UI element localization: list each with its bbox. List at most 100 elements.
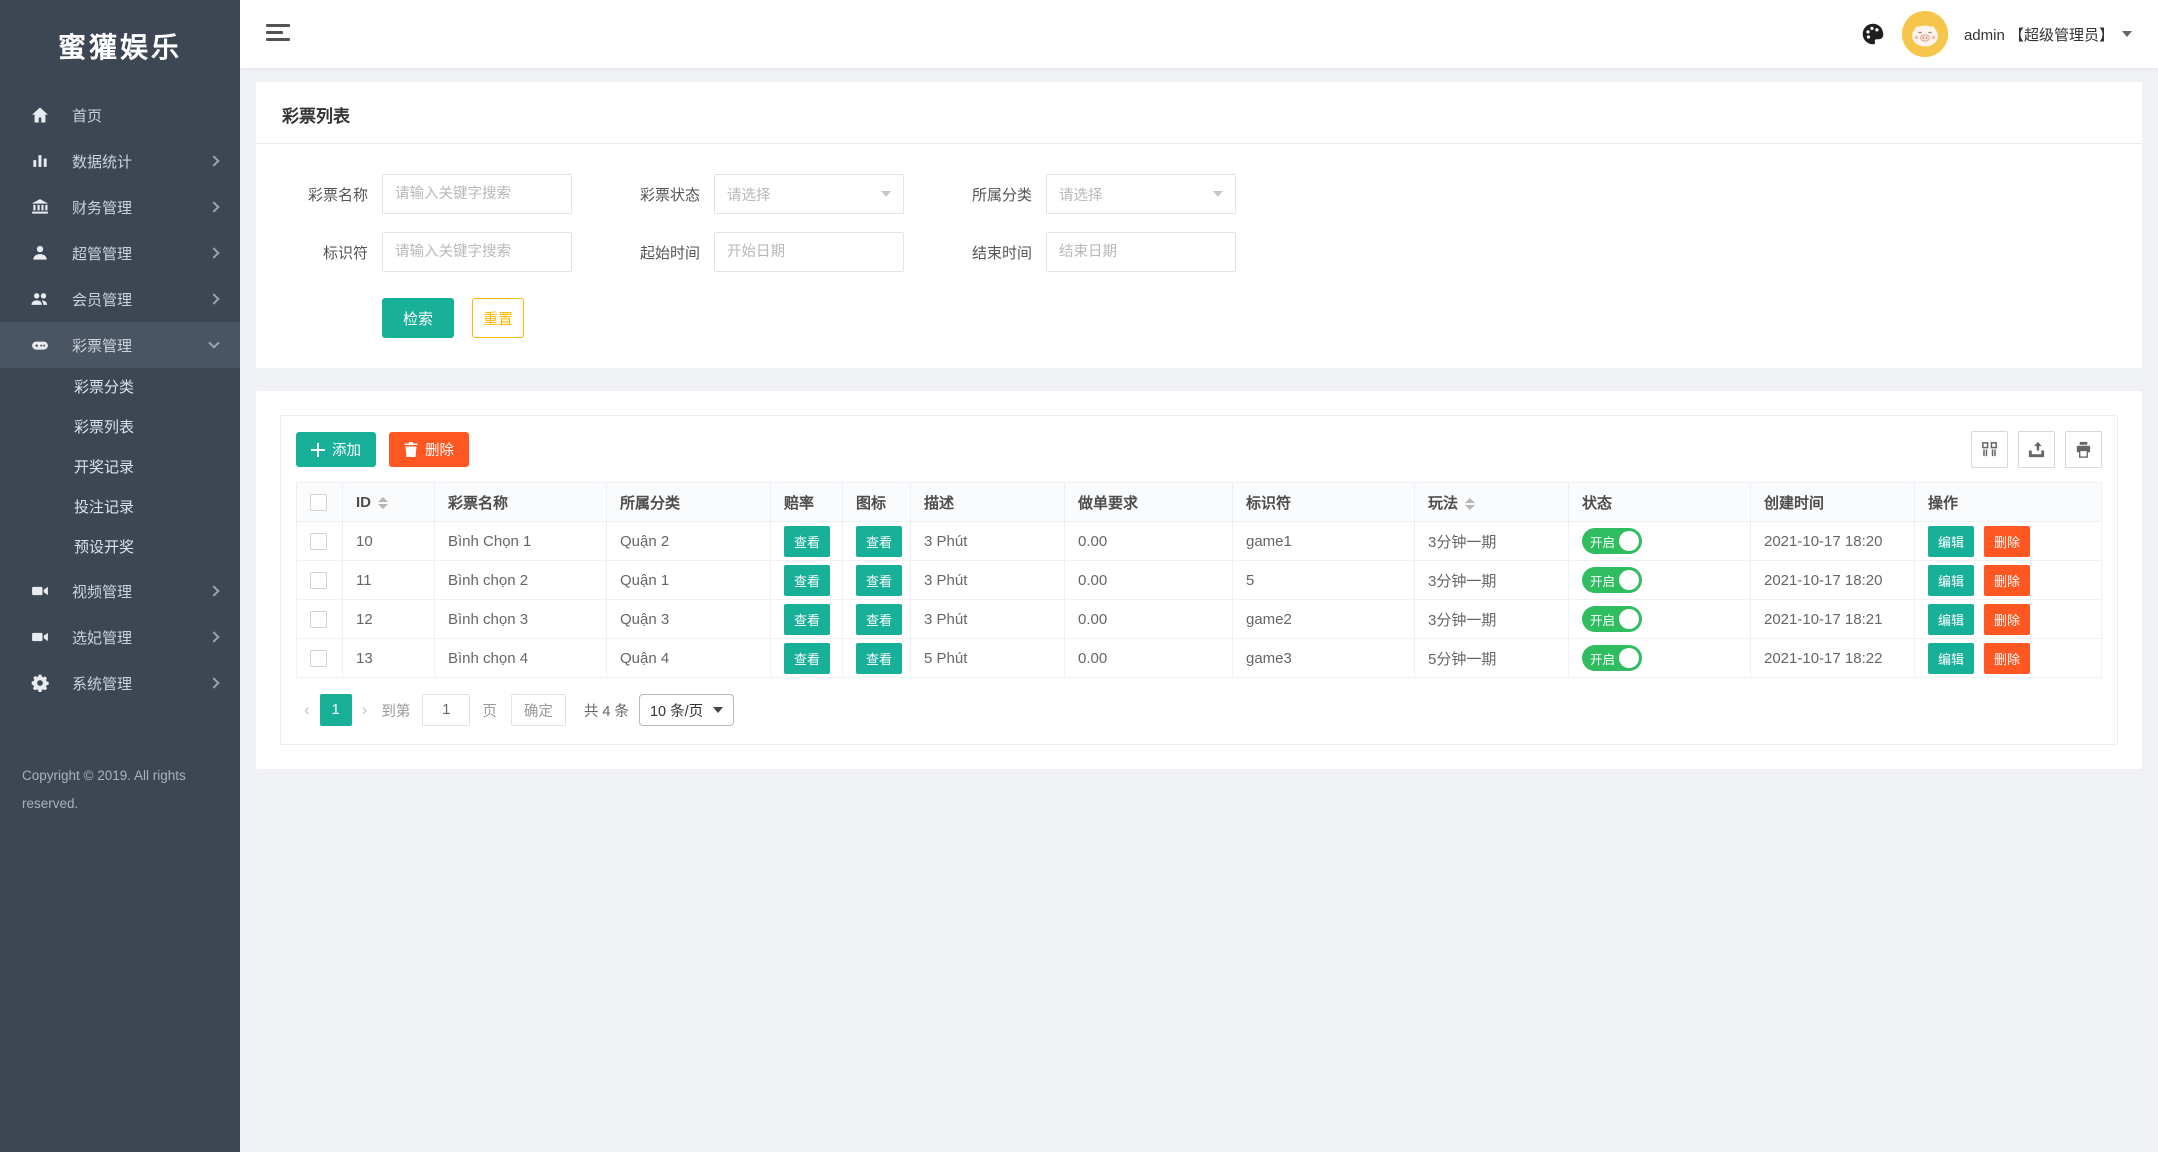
row-delete-button[interactable]: 删除 [1984, 643, 2030, 674]
row-delete-button[interactable]: 删除 [1984, 526, 2030, 557]
header-label: 玩法 [1428, 495, 1458, 512]
row-created-time: 2021-10-17 18:21 [1764, 611, 1882, 628]
header-cell-彩票名称: 彩票名称 [435, 483, 607, 522]
export-icon[interactable] [2018, 431, 2055, 468]
reset-button[interactable]: 重置 [472, 298, 524, 338]
confirm-page-button[interactable]: 确定 [511, 694, 566, 726]
view-odds-button[interactable]: 查看 [784, 643, 830, 674]
menu-icon[interactable] [266, 24, 290, 45]
row-description: 5 Phút [924, 650, 967, 667]
table-toolbar: 添加 删除 [296, 431, 2102, 468]
sidebar-item-admins[interactable]: 超管管理 [0, 230, 240, 276]
sidebar-item-label: 财务管理 [72, 197, 210, 218]
header-cell-玩法[interactable]: 玩法 [1415, 483, 1569, 522]
end-date-input[interactable] [1046, 232, 1236, 272]
checkbox-cell [297, 639, 343, 678]
start-time-label: 起始时间 [614, 242, 700, 263]
status-toggle[interactable]: 开启 [1582, 645, 1642, 671]
header-cell-ID[interactable]: ID [343, 483, 435, 522]
header-label: 图标 [856, 495, 886, 512]
header-checkbox-cell[interactable] [297, 483, 343, 522]
header-label: 创建时间 [1764, 495, 1824, 512]
total-count-label: 共 4 条 [584, 700, 629, 721]
delete-button[interactable]: 删除 [389, 432, 469, 467]
category-select[interactable]: 请选择 [1046, 174, 1236, 214]
prev-page-icon[interactable]: ‹ [296, 700, 318, 720]
view-icon-button[interactable]: 查看 [856, 643, 902, 674]
row-order-requirement: 0.00 [1078, 650, 1107, 667]
header-label: 状态 [1582, 495, 1612, 512]
lottery-name-input[interactable] [382, 174, 572, 214]
sidebar-item-stats[interactable]: 数据统计 [0, 138, 240, 184]
status-cell: 开启 [1569, 522, 1751, 561]
search-button[interactable]: 检索 [382, 298, 454, 338]
header-cell-状态: 状态 [1569, 483, 1751, 522]
sidebar-subitem-bet-records[interactable]: 投注记录 [0, 488, 240, 528]
sidebar-item-members[interactable]: 会员管理 [0, 276, 240, 322]
goto-prefix-label: 到第 [381, 700, 410, 721]
row-checkbox[interactable] [310, 533, 327, 550]
sidebar-subitem-lottery-list[interactable]: 彩票列表 [0, 408, 240, 448]
avatar[interactable] [1902, 11, 1948, 57]
row-delete-button[interactable]: 删除 [1984, 604, 2030, 635]
columns-icon[interactable] [1971, 431, 2008, 468]
current-page-button[interactable]: 1 [320, 694, 352, 726]
sidebar-item-finance[interactable]: 财务管理 [0, 184, 240, 230]
chevron-down-icon [713, 707, 723, 713]
edit-button[interactable]: 编辑 [1928, 526, 1974, 557]
sidebar-subitem-preset-draw[interactable]: 预设开奖 [0, 528, 240, 568]
form-row-1: 彩票名称 彩票状态 请选择 所属分类 请选择 [282, 174, 2116, 214]
order-cell: 0.00 [1065, 639, 1233, 678]
identifier-cell: game2 [1233, 600, 1415, 639]
sidebar-item-home[interactable]: 首页 [0, 92, 240, 138]
edit-button[interactable]: 编辑 [1928, 643, 1974, 674]
status-toggle[interactable]: 开启 [1582, 606, 1642, 632]
row-category: Quận 4 [620, 650, 669, 667]
print-icon[interactable] [2065, 431, 2102, 468]
sidebar-item-system[interactable]: 系统管理 [0, 660, 240, 706]
home-icon [28, 103, 52, 127]
header-label: 描述 [924, 495, 954, 512]
row-checkbox[interactable] [310, 611, 327, 628]
view-odds-button[interactable]: 查看 [784, 565, 830, 596]
name-cell: Bình Chọn 1 [435, 522, 607, 561]
sidebar-item-label: 选妃管理 [72, 627, 210, 648]
start-date-input[interactable] [714, 232, 904, 272]
edit-button[interactable]: 编辑 [1928, 565, 1974, 596]
sidebar-item-concubine[interactable]: 选妃管理 [0, 614, 240, 660]
lottery-status-select[interactable]: 请选择 [714, 174, 904, 214]
row-created-time: 2021-10-17 18:20 [1764, 572, 1882, 589]
view-odds-button[interactable]: 查看 [784, 526, 830, 557]
row-checkbox[interactable] [310, 650, 327, 667]
row-delete-button[interactable]: 删除 [1984, 565, 2030, 596]
identifier-cell: 5 [1233, 561, 1415, 600]
sidebar-item-lottery[interactable]: 彩票管理 [0, 322, 240, 368]
sort-icon[interactable] [378, 497, 388, 509]
status-toggle[interactable]: 开启 [1582, 528, 1642, 554]
play-cell: 3分钟一期 [1415, 522, 1569, 561]
identifier-label: 标识符 [282, 242, 368, 263]
sidebar-subitem-draw-records[interactable]: 开奖记录 [0, 448, 240, 488]
view-icon-button[interactable]: 查看 [856, 604, 902, 635]
status-toggle[interactable]: 开启 [1582, 567, 1642, 593]
view-odds-button[interactable]: 查看 [784, 604, 830, 635]
select-all-checkbox[interactable] [310, 494, 327, 511]
view-icon-button[interactable]: 查看 [856, 565, 902, 596]
sidebar-item-video[interactable]: 视频管理 [0, 568, 240, 614]
row-checkbox[interactable] [310, 572, 327, 589]
row-play: 5分钟一期 [1428, 651, 1496, 668]
edit-button[interactable]: 编辑 [1928, 604, 1974, 635]
next-page-icon[interactable]: › [354, 700, 376, 720]
identifier-input[interactable] [382, 232, 572, 272]
user-menu[interactable]: admin 【超级管理员】 [1964, 24, 2132, 45]
lottery-status-value: 请选择 [727, 184, 771, 205]
sort-icon[interactable] [1465, 498, 1475, 510]
view-icon-button[interactable]: 查看 [856, 526, 902, 557]
palette-icon[interactable] [1860, 21, 1886, 47]
add-button[interactable]: 添加 [296, 432, 376, 467]
row-name: Bình chọn 4 [448, 650, 528, 667]
goto-page-input[interactable] [422, 694, 470, 726]
odds-cell: 查看 [771, 522, 843, 561]
sidebar-subitem-lottery-category[interactable]: 彩票分类 [0, 368, 240, 408]
per-page-select[interactable]: 10 条/页 [639, 694, 734, 726]
